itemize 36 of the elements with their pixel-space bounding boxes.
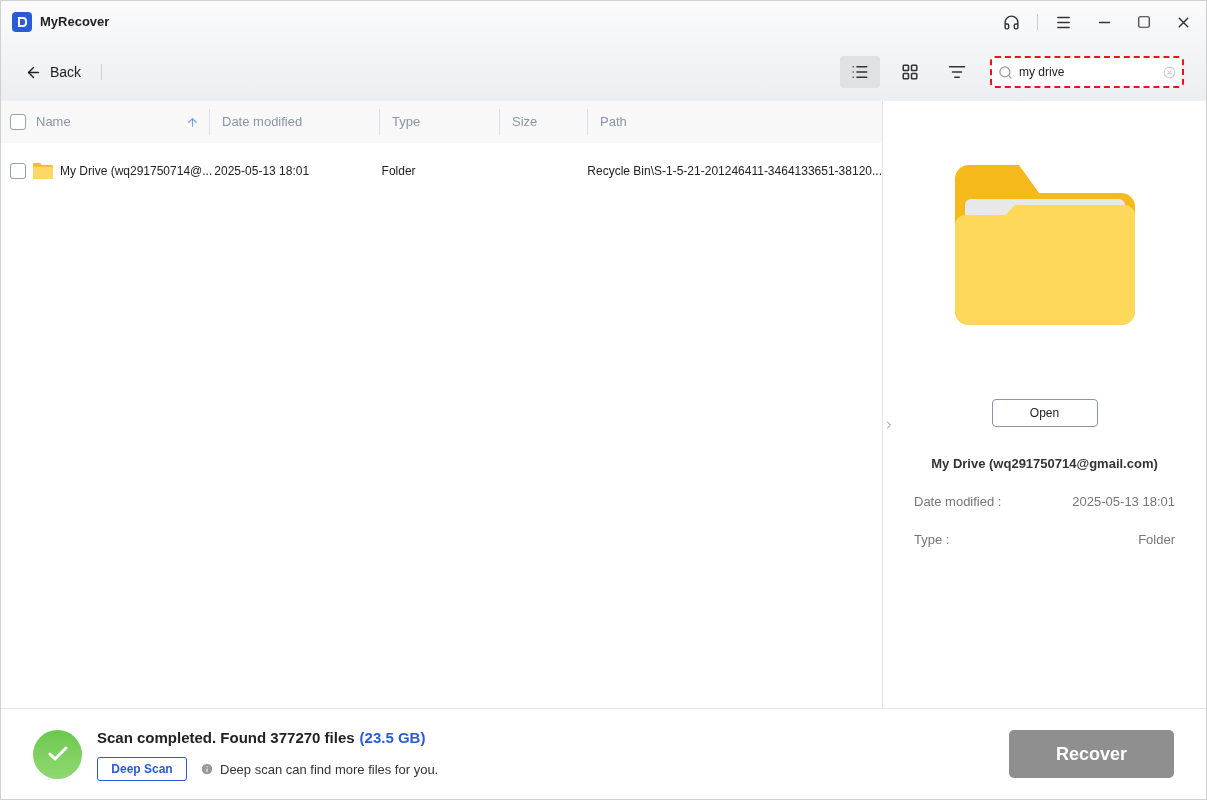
list-icon	[851, 63, 869, 81]
search-field[interactable]: my drive	[990, 56, 1184, 88]
table-cell-text: My Drive (wq291750714@...	[60, 163, 214, 180]
folder-icon	[954, 165, 1135, 325]
deep-scan-button[interactable]: Deep Scan	[97, 757, 187, 782]
list-view-button[interactable]	[840, 56, 880, 88]
column-header[interactable]: Name	[36, 112, 186, 132]
search-icon	[998, 64, 1013, 80]
success-icon	[33, 729, 82, 779]
checkbox[interactable]	[10, 163, 26, 179]
table-cell-text: Folder	[381, 163, 417, 180]
back-button[interactable]: Back	[25, 61, 82, 83]
support-icon[interactable]	[1003, 13, 1020, 31]
column-header[interactable]: Date modified	[222, 112, 379, 132]
detail-label: Type :	[914, 531, 950, 549]
maximize-icon[interactable]	[1137, 15, 1151, 29]
file-name: My Drive (wq291750714@gmail.com)	[931, 455, 1158, 473]
grid-icon	[901, 63, 919, 81]
app-logo-icon	[12, 12, 32, 32]
detail-value: Folder	[1138, 531, 1175, 549]
window-title: MyRecover	[40, 13, 110, 32]
table-cell-text: 2025-05-13 18:01	[214, 163, 311, 180]
column-header[interactable]: Type	[392, 112, 499, 132]
info-icon	[200, 762, 214, 777]
open-button[interactable]: Open	[991, 399, 1098, 427]
deep-scan-hint: Deep scan can find more files for you.	[220, 760, 439, 779]
filter-icon[interactable]	[948, 63, 966, 81]
detail-value: 2025-05-13 18:01	[1072, 492, 1175, 511]
folder-icon	[32, 162, 54, 180]
checkbox[interactable]	[10, 114, 26, 130]
detail-label: Date modified :	[914, 492, 1002, 511]
scan-status: Scan completed. Found 377270 files	[97, 727, 355, 748]
column-header[interactable]: Path	[600, 112, 882, 132]
table-cell-text: Recycle Bin\S-1-5-21-201246411-3464133651-38120...	[587, 163, 882, 180]
scan-size: (23.5 GB)	[359, 727, 426, 748]
column-header[interactable]: Size	[512, 112, 587, 132]
